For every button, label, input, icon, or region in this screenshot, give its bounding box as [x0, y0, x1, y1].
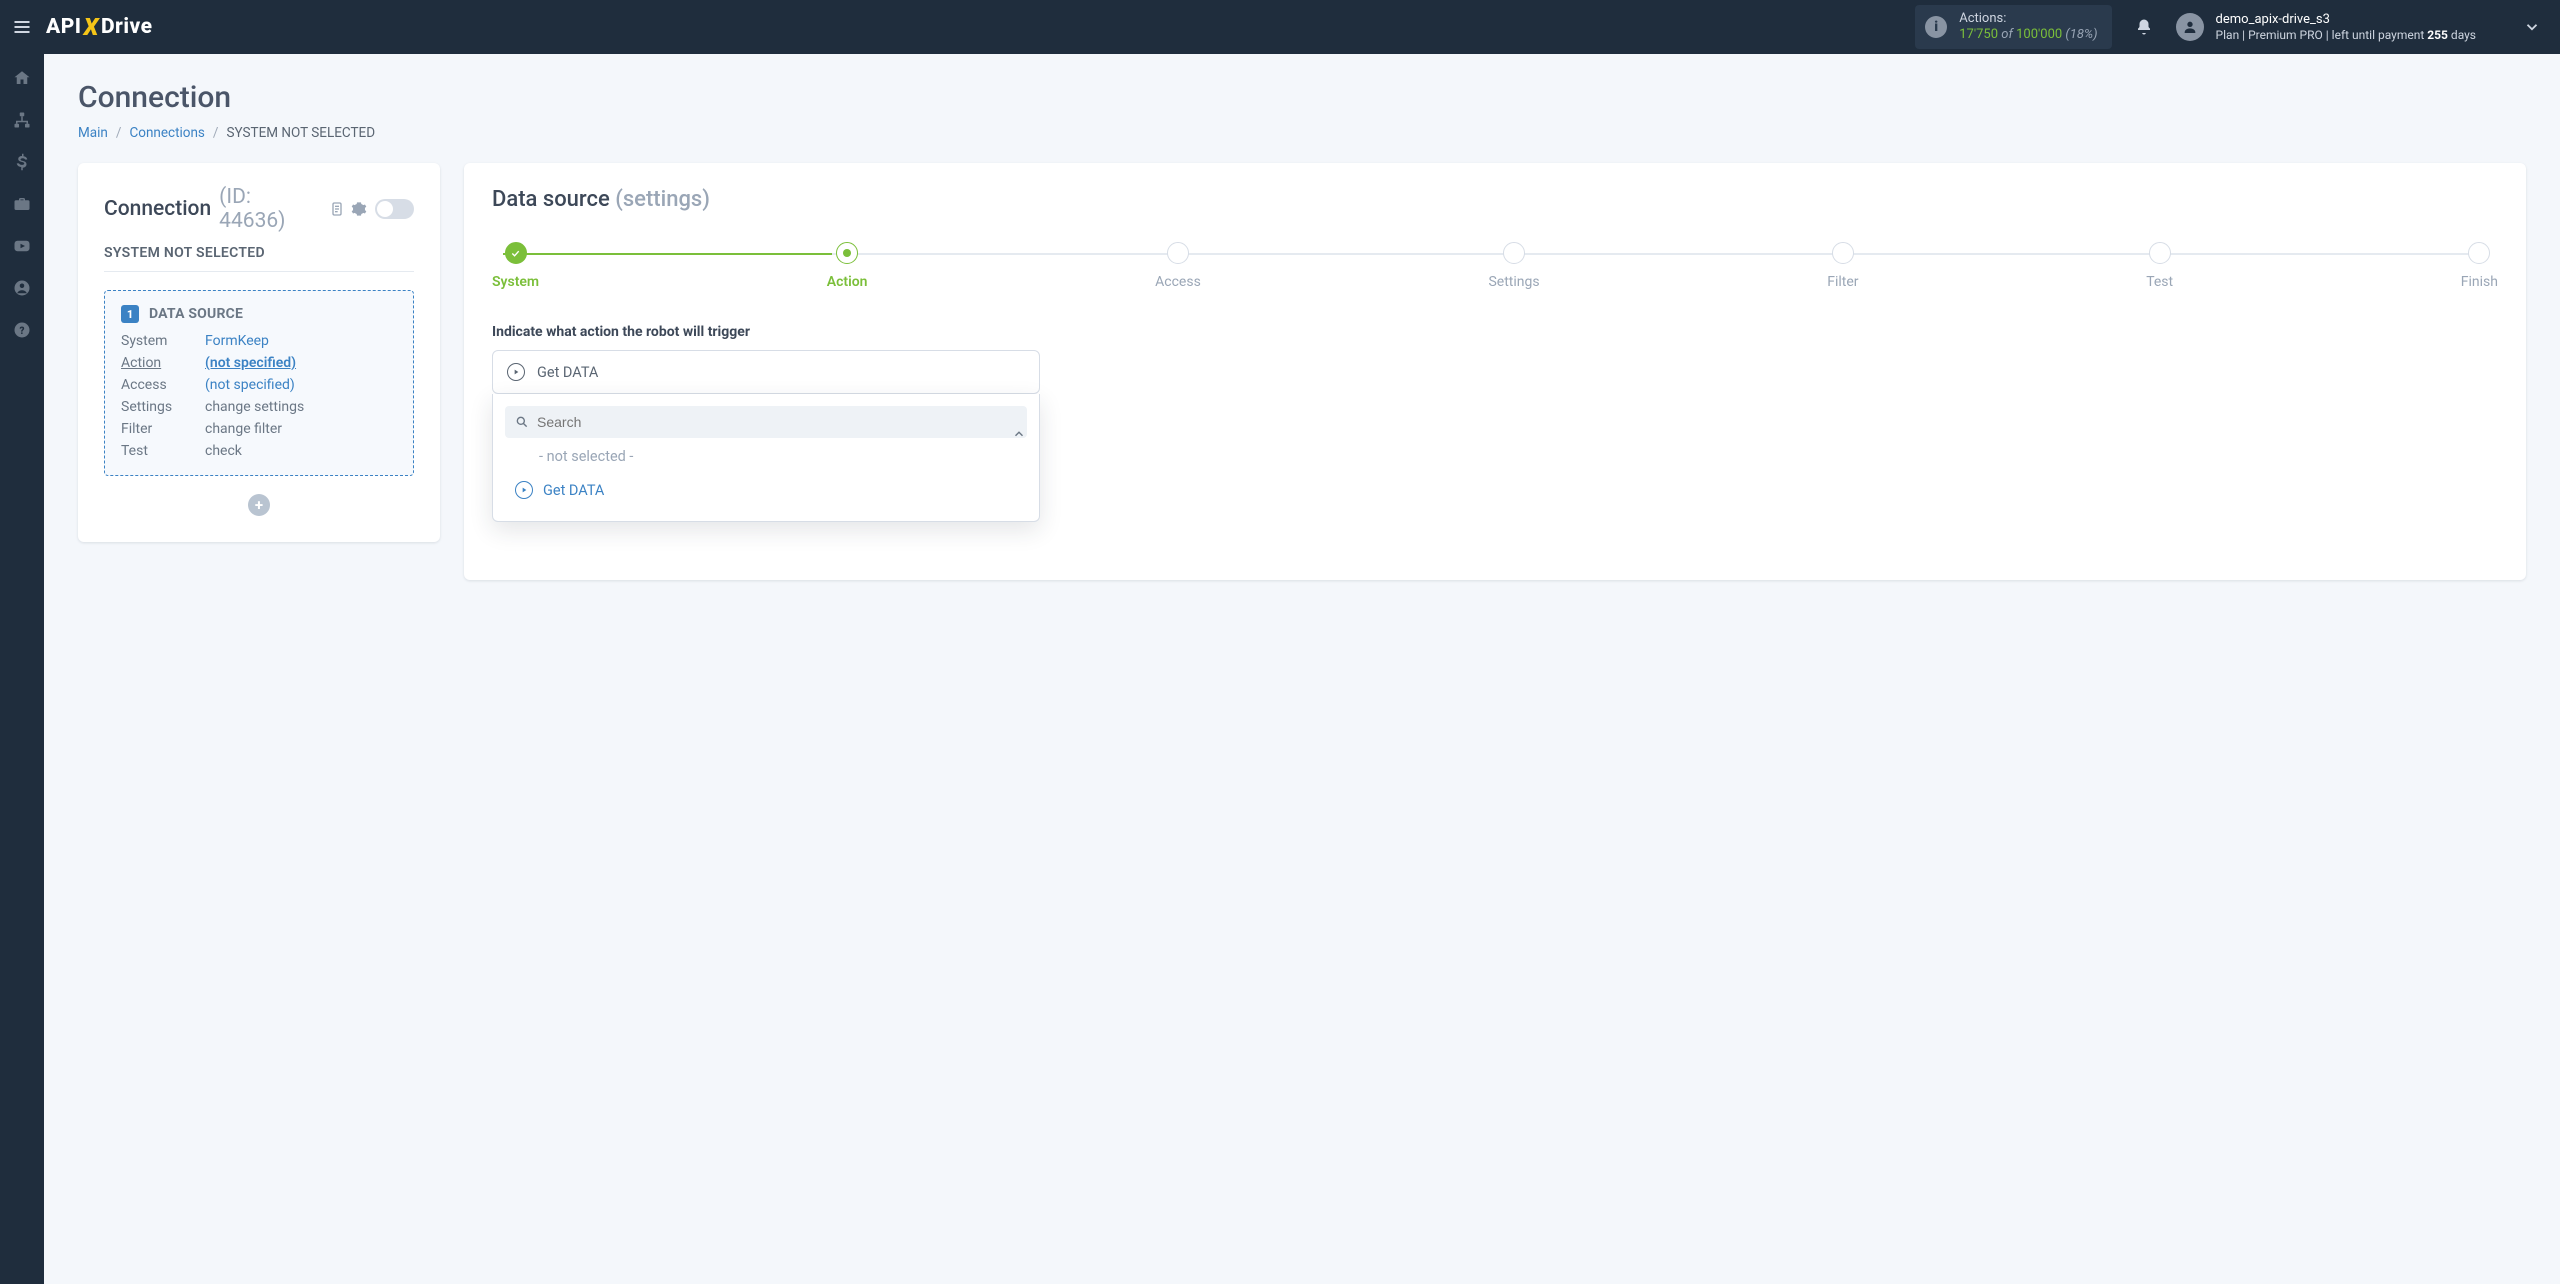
- settings-title: Data source (settings): [492, 187, 2498, 212]
- row-test-key: Test: [121, 443, 205, 459]
- breadcrumb: Main / Connections / SYSTEM NOT SELECTED: [78, 125, 2526, 141]
- step-settings[interactable]: Settings: [1488, 242, 1539, 290]
- connection-summary-card: Connection (ID: 44636) SYSTEM NOT SELECT…: [78, 163, 440, 542]
- enable-toggle[interactable]: [375, 199, 414, 219]
- help-icon: ?: [13, 321, 31, 339]
- row-action-val[interactable]: (not specified): [205, 355, 397, 371]
- sidebar: ?: [0, 54, 44, 1284]
- sitemap-icon: [13, 111, 31, 129]
- play-circle-icon: [507, 363, 525, 381]
- user-name: demo_apix-drive_s3: [2216, 12, 2476, 28]
- row-action-key: Action: [121, 355, 205, 371]
- menu-toggle[interactable]: [8, 13, 36, 41]
- chevron-down-icon: [2523, 18, 2541, 36]
- breadcrumb-connections[interactable]: Connections: [129, 125, 204, 141]
- step-filter[interactable]: Filter: [1827, 242, 1858, 290]
- breadcrumb-main[interactable]: Main: [78, 125, 108, 141]
- sidebar-help[interactable]: ?: [12, 320, 32, 340]
- dropdown-search[interactable]: [505, 406, 1027, 438]
- data-source-box[interactable]: 1 DATA SOURCE System FormKeep Action (no…: [104, 290, 414, 476]
- user-menu-chevron[interactable]: [2518, 13, 2546, 41]
- dollar-icon: [13, 153, 31, 171]
- step-test[interactable]: Test: [2146, 242, 2173, 290]
- actions-counter[interactable]: i Actions: 17'750 of 100'000 (18%): [1915, 5, 2111, 48]
- data-source-settings-card: Data source (settings) System Action Acc…: [464, 163, 2526, 580]
- logo[interactable]: APIXDrive: [46, 13, 153, 41]
- row-test-val[interactable]: check: [205, 443, 397, 459]
- action-field-label: Indicate what action the robot will trig…: [492, 324, 2498, 340]
- sidebar-connections[interactable]: [12, 110, 32, 130]
- home-icon: [13, 69, 31, 87]
- row-access-val[interactable]: (not specified): [205, 377, 397, 393]
- actions-label: Actions:: [1959, 11, 2097, 27]
- sidebar-home[interactable]: [12, 68, 32, 88]
- add-destination-button[interactable]: +: [248, 494, 270, 516]
- row-filter-key: Filter: [121, 421, 205, 437]
- sidebar-video[interactable]: [12, 236, 32, 256]
- step-action[interactable]: Action: [827, 242, 868, 290]
- step-system[interactable]: System: [492, 242, 539, 290]
- hamburger-icon: [12, 17, 32, 37]
- user-icon: [2182, 19, 2198, 35]
- breadcrumb-sep: /: [116, 125, 122, 141]
- connection-subtitle: SYSTEM NOT SELECTED: [104, 245, 414, 272]
- connection-id: (ID: 44636): [219, 185, 319, 233]
- sidebar-account[interactable]: [12, 278, 32, 298]
- settings-button[interactable]: [351, 201, 367, 217]
- topbar: APIXDrive i Actions: 17'750 of 100'000 (…: [0, 0, 2560, 54]
- chevron-up-icon: [1012, 427, 1026, 445]
- option-get-data[interactable]: Get DATA: [505, 471, 1027, 505]
- row-system-val[interactable]: FormKeep: [205, 333, 397, 349]
- info-icon: i: [1925, 16, 1947, 38]
- row-filter-val[interactable]: change filter: [205, 421, 397, 437]
- connection-title: Connection: [104, 197, 211, 221]
- step-access[interactable]: Access: [1155, 242, 1201, 290]
- bell-icon: [2135, 18, 2153, 36]
- row-access-key: Access: [121, 377, 205, 393]
- action-select[interactable]: Get DATA: [492, 350, 1040, 394]
- row-system-key: System: [121, 333, 205, 349]
- breadcrumb-sep: /: [213, 125, 219, 141]
- user-menu[interactable]: demo_apix-drive_s3 Plan | Premium PRO | …: [2176, 12, 2546, 42]
- user-plan: Plan | Premium PRO | left until payment …: [2216, 28, 2476, 42]
- user-circle-icon: [13, 279, 31, 297]
- search-input[interactable]: [537, 414, 1017, 430]
- svg-text:?: ?: [20, 326, 25, 337]
- data-source-title: DATA SOURCE: [149, 306, 243, 322]
- action-select-value: Get DATA: [537, 364, 598, 381]
- play-circle-icon: [515, 481, 533, 499]
- sidebar-work[interactable]: [12, 194, 32, 214]
- action-dropdown: - not selected - Get DATA: [492, 394, 1040, 522]
- sidebar-billing[interactable]: [12, 152, 32, 172]
- row-settings-key: Settings: [121, 399, 205, 415]
- page-title: Connection: [78, 80, 2526, 115]
- document-icon: [329, 201, 345, 217]
- option-not-selected[interactable]: - not selected -: [505, 438, 1027, 471]
- breadcrumb-current: SYSTEM NOT SELECTED: [226, 125, 375, 141]
- youtube-icon: [13, 237, 31, 255]
- stepper: System Action Access Settings Filter: [492, 242, 2498, 290]
- gear-icon: [351, 201, 367, 217]
- data-source-badge: 1: [121, 305, 139, 323]
- briefcase-icon: [13, 195, 31, 213]
- step-finish[interactable]: Finish: [2461, 242, 2498, 290]
- notifications-button[interactable]: [2130, 13, 2158, 41]
- avatar: [2176, 13, 2204, 41]
- search-icon: [515, 415, 529, 429]
- row-settings-val[interactable]: change settings: [205, 399, 397, 415]
- actions-value: 17'750 of 100'000 (18%): [1959, 27, 2097, 43]
- copy-button[interactable]: [329, 201, 345, 217]
